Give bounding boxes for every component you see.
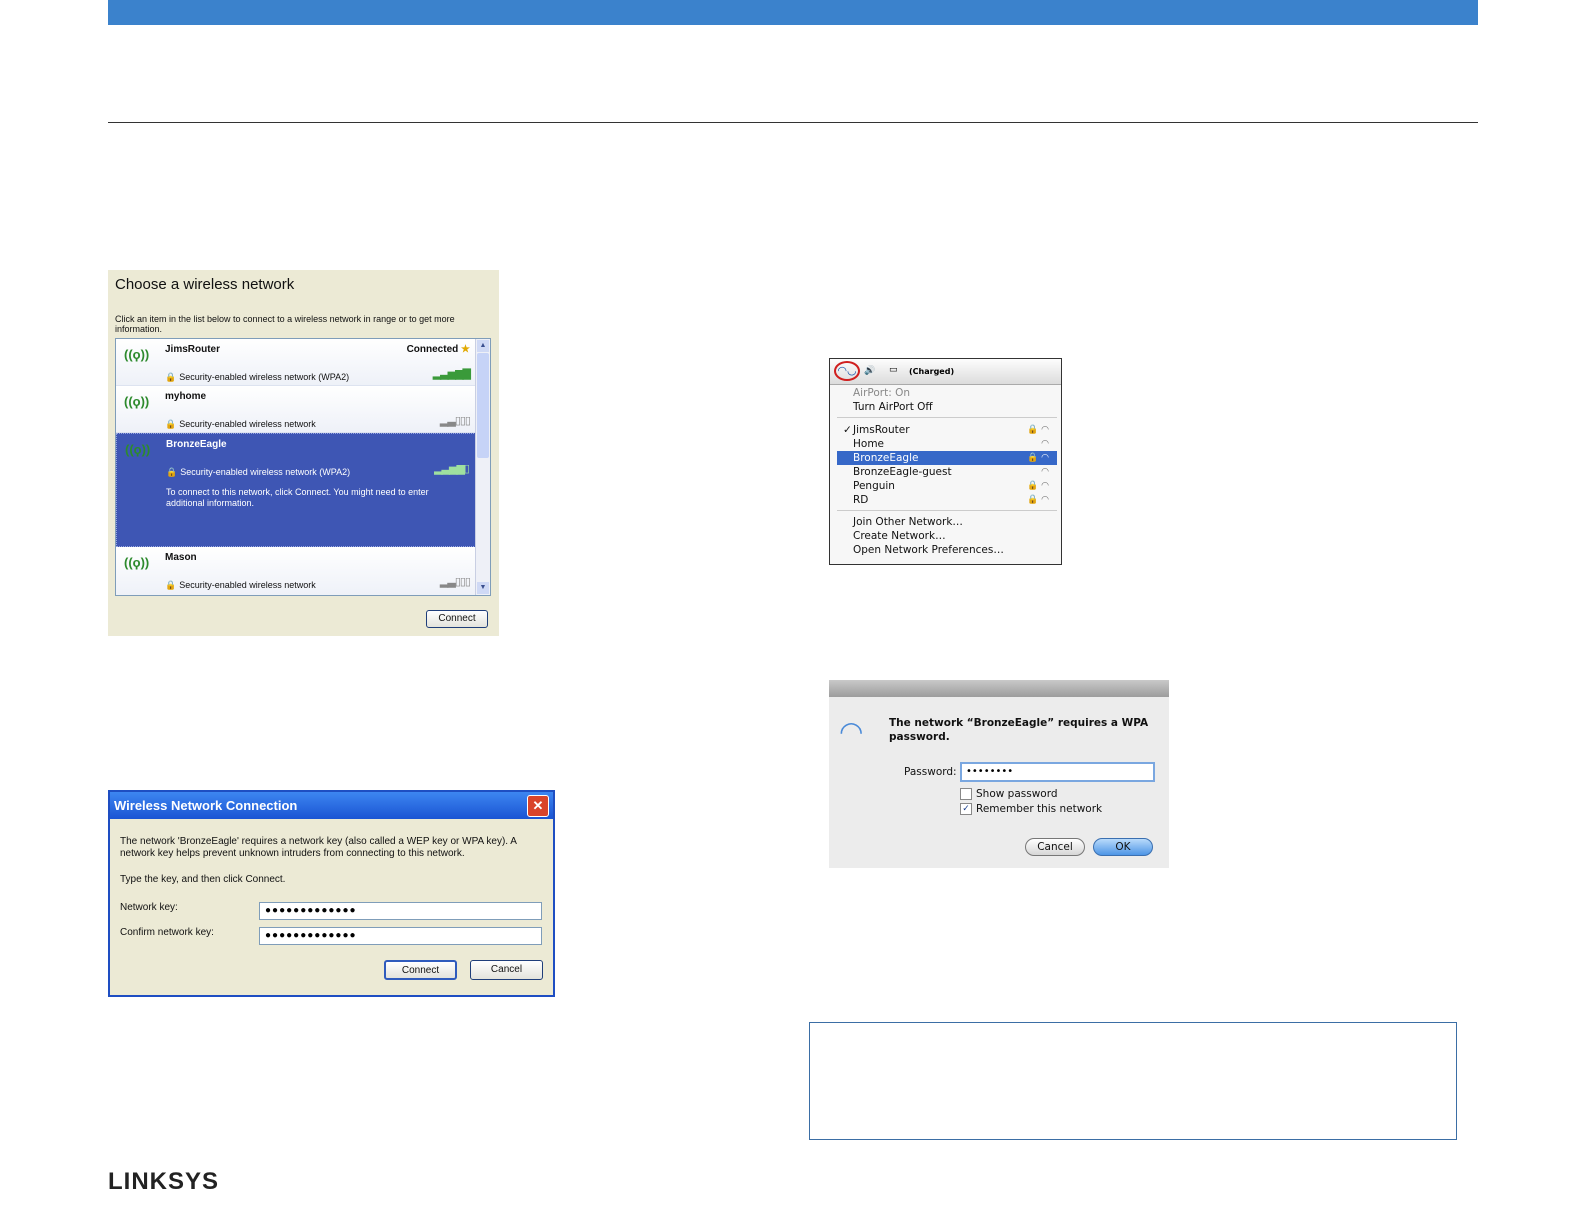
scroll-thumb[interactable] [477,353,489,458]
checkbox-checked-icon: ✓ [960,803,972,815]
signal-strength-icon: ▂▃▅▆▯ [434,463,470,475]
header-rule [108,122,1478,123]
menu-network-bronzeeagle-guest[interactable]: BronzeEagle-guest ◠ [837,465,1057,479]
network-security: 🔒 Security-enabled wireless network (WPA2… [165,372,350,382]
mac-airport-menu: ◠◡ 🔊 ▭ (Charged) AirPort: On Turn AirPor… [829,358,1062,565]
connect-button[interactable]: Connect [426,610,488,628]
lock-wifi-icon: 🔒 ◠ [1027,495,1049,505]
checkmark-icon: ✓ [843,424,852,436]
list-scrollbar[interactable]: ▲ ▼ [475,339,490,595]
battery-icon[interactable]: ▭ [889,365,898,375]
menu-bar: ◠◡ 🔊 ▭ (Charged) [830,359,1061,385]
volume-icon[interactable]: 🔊 [864,366,875,376]
lock-wifi-icon: 🔒 ◠ [1027,481,1049,491]
network-item-myhome[interactable]: ((ϙ)) myhome 🔒 Security-enabled wireless … [116,386,476,433]
network-item-mason[interactable]: ((ϙ)) Mason 🔒 Security-enabled wireless n… [116,547,476,595]
connect-hint: To connect to this network, click Connec… [166,487,429,508]
mac-wpa-password-dialog: ◠ The network “BronzeEagle” requires a W… [829,680,1169,868]
turn-airport-off-item[interactable]: Turn AirPort Off [837,400,1057,414]
ok-button[interactable]: OK [1093,838,1153,856]
network-item-jimsrouter[interactable]: ((ϙ)) JimsRouter Connected ★ 🔒 Security-e… [116,339,476,386]
network-key-input[interactable]: ●●●●●●●●●●●●● [259,902,542,920]
lock-wifi-icon: 🔒 ◠ [1027,453,1049,463]
antenna-icon: ((ϙ)) [125,442,151,457]
network-name: JimsRouter [165,344,221,355]
network-key-label: Network key: [120,902,178,913]
lock-icon: 🔒 [166,467,178,477]
antenna-icon: ((ϙ)) [124,394,150,409]
menu-network-penguin[interactable]: Penguin 🔒 ◠ [837,479,1057,493]
checkbox-unchecked-icon [960,788,972,800]
remember-network-checkbox[interactable]: ✓ Remember this network [960,803,1102,815]
dialog-message: The network “BronzeEagle” requires a WPA… [889,717,1149,743]
network-name: Mason [165,552,197,563]
signal-strength-icon: ▂▃▅▆▇ [432,368,471,380]
header-bar [108,0,1478,25]
wifi-icon: ◠ [1041,467,1049,477]
lock-wifi-icon: 🔒 ◠ [1027,425,1049,435]
xp-network-key-dialog: Wireless Network Connection ✕ The networ… [108,790,555,997]
wifi-icon: ◠ [839,715,864,748]
menu-separator [837,417,1057,418]
battery-status: (Charged) [909,367,955,376]
panel-description: Click an item in the list below to conne… [115,314,455,334]
lock-icon: 🔒 [165,419,177,429]
antenna-icon: ((ϙ)) [124,555,150,570]
dialog-titlebar: Wireless Network Connection ✕ [110,792,553,819]
signal-strength-icon: ▂▃▯▯▯ [439,576,471,588]
scroll-down-icon[interactable]: ▼ [477,582,489,594]
network-security: 🔒 Security-enabled wireless network (WPA2… [166,467,351,477]
wifi-icon: ◠ [1041,439,1049,449]
show-password-checkbox[interactable]: Show password [960,788,1058,800]
star-icon: ★ [461,344,470,355]
lock-icon: 🔒 [165,580,177,590]
password-input[interactable]: •••••••• [960,762,1155,782]
menu-network-home[interactable]: Home ◠ [837,437,1057,451]
password-label: Password: [904,766,957,778]
cancel-button[interactable]: Cancel [470,960,543,980]
airport-status: AirPort: On [853,387,911,399]
linksys-logo: LINKSYS [108,1168,220,1195]
connect-button[interactable]: Connect [384,960,457,980]
menu-network-jimsrouter[interactable]: ✓ JimsRouter 🔒 ◠ [837,423,1057,437]
antenna-icon: ((ϙ)) [124,347,150,362]
close-icon[interactable]: ✕ [527,795,549,817]
network-list: ((ϙ)) JimsRouter Connected ★ 🔒 Security-e… [115,338,491,596]
menu-network-rd[interactable]: RD 🔒 ◠ [837,493,1057,507]
dialog-instruction: Type the key, and then click Connect. [120,874,286,885]
signal-strength-icon: ▂▃▯▯▯ [439,415,471,427]
join-other-network-item[interactable]: Join Other Network… [837,515,1057,529]
cancel-button[interactable]: Cancel [1025,838,1085,856]
network-name: BronzeEagle [166,439,227,450]
open-network-preferences-item[interactable]: Open Network Preferences… [837,543,1057,557]
panel-title: Choose a wireless network [115,276,295,293]
network-name: myhome [165,391,207,402]
network-security: 🔒 Security-enabled wireless network [165,580,316,590]
dialog-message: The network 'BronzeEagle' requires a net… [120,836,517,859]
menu-separator [837,510,1057,511]
lock-icon: 🔒 [165,372,177,382]
dialog-title: Wireless Network Connection [114,798,298,813]
network-security: 🔒 Security-enabled wireless network [165,419,316,429]
connected-status: Connected ★ [406,344,470,355]
menu-network-bronzeeagle[interactable]: BronzeEagle 🔒 ◠ [837,451,1057,465]
create-network-item[interactable]: Create Network… [837,529,1057,543]
confirm-key-input[interactable]: ●●●●●●●●●●●●● [259,927,542,945]
network-item-bronzeeagle[interactable]: ((ϙ)) BronzeEagle 🔒 Security-enabled wire… [116,433,476,547]
confirm-key-label: Confirm network key: [120,927,214,938]
airport-icon[interactable]: ◠◡ [834,361,860,381]
scroll-up-icon[interactable]: ▲ [477,340,489,352]
xp-choose-network-panel: Choose a wireless network Click an item … [108,270,499,636]
note-box [809,1022,1457,1140]
dialog-titlebar [829,680,1169,697]
